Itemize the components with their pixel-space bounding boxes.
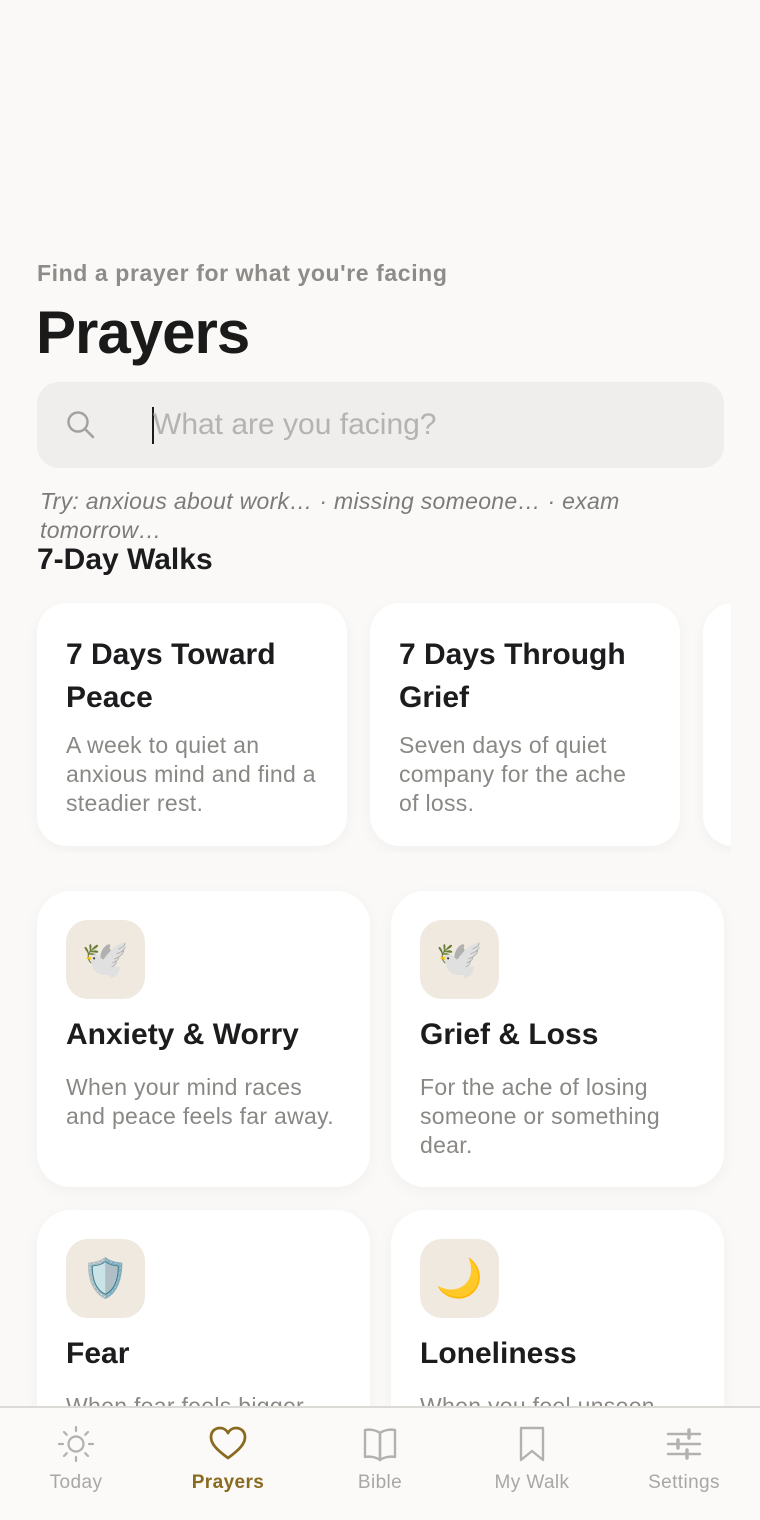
walk-title: 7 Days Toward Peace [66, 638, 276, 714]
book-icon [363, 1428, 397, 1462]
tab-label: Settings [648, 1472, 720, 1493]
sun-icon [57, 1425, 95, 1463]
topic-card-grief[interactable]: 🕊️ Grief & Loss For the ache of losing s… [391, 891, 724, 1187]
wind-dove-icon: 🕊️ [66, 920, 145, 999]
topic-title: Anxiety & Worry [66, 1018, 299, 1051]
walk-card[interactable]: 7 Days Through Grief Seven days of quiet… [370, 603, 680, 846]
search-input[interactable] [153, 400, 693, 450]
tab-my-walk[interactable]: My Walk [456, 1408, 608, 1520]
topic-title: Grief & Loss [420, 1018, 599, 1051]
tab-settings[interactable]: Settings [608, 1408, 760, 1520]
search-hint: Try: anxious about work… · missing someo… [40, 488, 620, 543]
walk-title: 7 Days Through Grief [399, 638, 626, 714]
topic-title: Fear [66, 1337, 130, 1370]
topic-description: For the ache of losing someone or someth… [420, 1074, 660, 1158]
topic-card-anxiety[interactable]: 🕊️ Anxiety & Worry When your mind races … [37, 891, 370, 1187]
walk-card[interactable]: 7 Days Toward Peace A week to quiet an a… [37, 603, 347, 846]
dove-icon: 🕊️ [420, 920, 499, 999]
tab-today[interactable]: Today [0, 1408, 152, 1520]
tab-bible[interactable]: Bible [304, 1408, 456, 1520]
page-title: Prayers [36, 299, 250, 366]
walk-description: A week to quiet an anxious mind and find… [66, 732, 316, 816]
tab-label: Today [49, 1472, 103, 1493]
tab-label: Bible [357, 1472, 403, 1493]
tab-label: Prayers [191, 1472, 265, 1493]
heart-icon [209, 1426, 247, 1460]
prayers-screen: Find a prayer for what you're facing Pra… [0, 0, 760, 1520]
walks-carousel[interactable]: 7 Days Toward Peace A week to quiet an a… [0, 585, 731, 853]
shield-icon: 🛡️ [66, 1239, 145, 1318]
walk-description: Seven days of quiet company for the ache… [399, 732, 627, 816]
moon-icon: 🌙 [420, 1239, 499, 1318]
search-icon [67, 411, 95, 439]
page-subtitle: Find a prayer for what you're facing [37, 260, 448, 286]
topic-description: When your mind races and peace feels far… [66, 1074, 334, 1129]
search-bar[interactable] [37, 382, 724, 468]
tab-bar: Today Prayers Bible My Walk Settings [0, 1406, 760, 1520]
sliders-icon [666, 1428, 702, 1460]
walk-card-partial[interactable] [703, 603, 731, 846]
section-title-walks: 7-Day Walks [37, 543, 213, 576]
tab-label: My Walk [494, 1472, 570, 1493]
bookmark-icon [519, 1426, 545, 1462]
tab-prayers[interactable]: Prayers [152, 1408, 304, 1520]
topic-title: Loneliness [420, 1337, 577, 1370]
